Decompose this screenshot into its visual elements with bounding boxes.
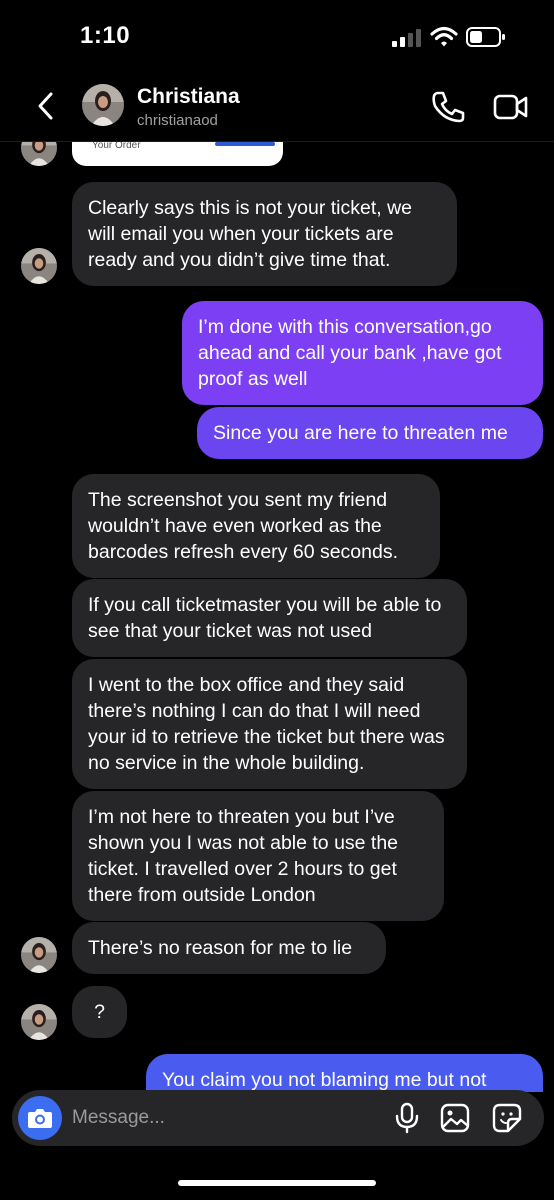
- message-bubble-incoming[interactable]: If you call ticketmaster you will be abl…: [72, 579, 467, 657]
- status-bar: 1:10: [0, 0, 554, 70]
- sticker-icon[interactable]: [492, 1103, 522, 1133]
- video-camera-icon[interactable]: [493, 92, 529, 122]
- message-composer: [12, 1090, 544, 1146]
- battery-icon: [466, 27, 505, 47]
- message-bubble-incoming[interactable]: Clearly says this is not your ticket, we…: [72, 182, 457, 286]
- image-gallery-icon[interactable]: [440, 1103, 470, 1133]
- contact-name[interactable]: Christiana: [137, 85, 240, 109]
- message-bubble-outgoing[interactable]: Since you are here to threaten me: [197, 407, 543, 459]
- microphone-icon[interactable]: [394, 1102, 420, 1134]
- shared-card-button: [215, 142, 275, 146]
- camera-button[interactable]: [18, 1096, 62, 1140]
- message-bubble-incoming[interactable]: There’s no reason for me to lie: [72, 922, 386, 974]
- message-bubble-incoming[interactable]: The screenshot you sent my friend wouldn…: [72, 474, 440, 578]
- phone-icon[interactable]: [430, 90, 466, 124]
- message-thread[interactable]: Your Order Clearly says this is not your…: [0, 142, 554, 1092]
- chevron-left-icon: [38, 92, 53, 120]
- contact-username: christianaod: [137, 112, 218, 129]
- message-bubble-outgoing[interactable]: You claim you not blaming me but not: [146, 1054, 543, 1092]
- avatar-image: [82, 84, 124, 126]
- conversation-header: Christiana christianaod: [0, 70, 554, 142]
- message-input[interactable]: [72, 1104, 372, 1132]
- wifi-icon: [430, 26, 458, 47]
- cellular-signal-icon: [392, 29, 421, 47]
- message-bubble-incoming[interactable]: ?: [72, 986, 127, 1038]
- shared-attachment-card[interactable]: Your Order: [72, 142, 283, 166]
- camera-icon: [28, 1109, 52, 1128]
- back-button[interactable]: [30, 88, 60, 124]
- sender-avatar[interactable]: [21, 142, 57, 166]
- sender-avatar[interactable]: [21, 1004, 57, 1040]
- sender-avatar[interactable]: [21, 937, 57, 973]
- home-indicator[interactable]: [178, 1180, 376, 1186]
- message-bubble-outgoing[interactable]: I’m done with this conversation,go ahead…: [182, 301, 543, 405]
- shared-card-text: Your Order: [92, 142, 141, 151]
- sender-avatar[interactable]: [21, 248, 57, 284]
- status-time: 1:10: [80, 22, 131, 49]
- contact-avatar[interactable]: [82, 84, 124, 126]
- message-bubble-incoming[interactable]: I went to the box office and they said t…: [72, 659, 467, 789]
- message-bubble-incoming[interactable]: I’m not here to threaten you but I’ve sh…: [72, 791, 444, 921]
